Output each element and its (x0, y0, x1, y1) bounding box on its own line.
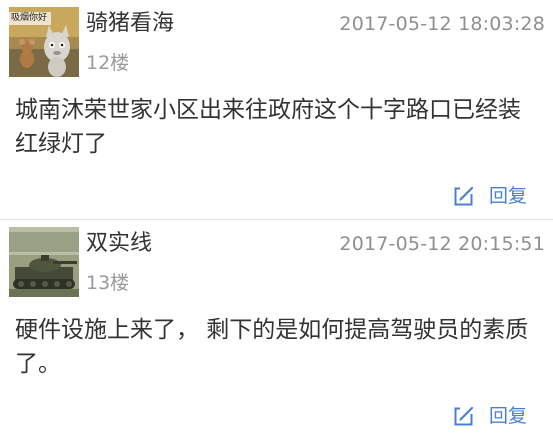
floor-number: 13楼 (86, 272, 130, 294)
comment-item: 吸烟你好 骑猪看海 2017-05-12 18:03:28 12楼 城南沐荣世家… (0, 0, 553, 220)
floor-number: 12楼 (86, 52, 130, 74)
avatar[interactable]: 吸烟你好 (9, 7, 79, 77)
username[interactable]: 双实线 (86, 230, 152, 258)
edit-icon (454, 185, 476, 206)
reply-button[interactable]: 回复 (454, 403, 527, 429)
edit-icon (454, 405, 476, 426)
comment-text: 城南沐荣世家小区出来往政府这个十字路口已经装红绿灯了 (15, 97, 521, 157)
reply-button[interactable]: 回复 (454, 183, 527, 209)
avatar-caption: 吸烟你好 (11, 13, 48, 23)
tank-avatar-icon (9, 227, 79, 297)
timestamp: 2017-05-12 18:03:28 (339, 13, 545, 35)
comment-text: 硬件设施上来了， 剩下的是如何提高驾驶员的素质了。 (15, 317, 529, 377)
timestamp: 2017-05-12 20:15:51 (339, 233, 545, 255)
username[interactable]: 骑猪看海 (86, 10, 174, 38)
reply-label: 回复 (488, 405, 527, 427)
reply-label: 回复 (488, 185, 527, 207)
comment-item: 双实线 2017-05-12 20:15:51 13楼 硬件设施上来了， 剩下的… (0, 220, 553, 439)
avatar[interactable] (9, 227, 79, 297)
